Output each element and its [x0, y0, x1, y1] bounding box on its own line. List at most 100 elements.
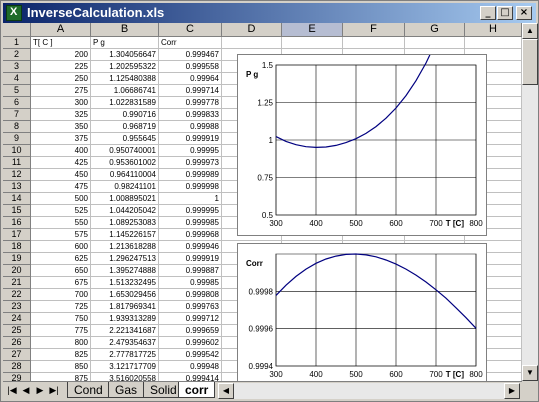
cell-c[interactable]: 0.999542 [159, 349, 222, 361]
row-header[interactable]: 7 [3, 109, 31, 121]
cell-b[interactable]: 0.98241101 [91, 181, 159, 193]
cell-c[interactable]: 0.999778 [159, 97, 222, 109]
cell-a[interactable]: 575 [31, 229, 91, 241]
cell-a[interactable]: 500 [31, 193, 91, 205]
column-header-g[interactable]: G [405, 23, 465, 37]
column-header-a[interactable]: A [31, 23, 91, 37]
cell-b[interactable]: 1.513232495 [91, 277, 159, 289]
row-header[interactable]: 2 [3, 49, 31, 61]
cell-b[interactable]: 0.964110004 [91, 169, 159, 181]
cell-a[interactable]: 525 [31, 205, 91, 217]
cell-c[interactable]: 0.999714 [159, 85, 222, 97]
minimize-button[interactable]: _ [480, 6, 496, 20]
cell-a[interactable]: 225 [31, 61, 91, 73]
sheet-tab-corr[interactable]: corr [178, 382, 216, 398]
row-header[interactable]: 24 [3, 313, 31, 325]
row-header[interactable]: 10 [3, 145, 31, 157]
scroll-up-button[interactable]: ▲ [522, 23, 538, 39]
scroll-down-button[interactable]: ▼ [522, 365, 538, 381]
cell-h[interactable] [465, 37, 522, 49]
cell-b[interactable]: 1.939313289 [91, 313, 159, 325]
row-header[interactable]: 9 [3, 133, 31, 145]
excel-workbook-icon[interactable] [6, 5, 22, 21]
cell-c[interactable]: 0.999919 [159, 133, 222, 145]
cell-a[interactable]: 850 [31, 361, 91, 373]
horizontal-scrollbar[interactable]: ◀ ▶ [218, 383, 520, 399]
cell-b[interactable]: 1.06686741 [91, 85, 159, 97]
cell-b[interactable]: 2.777817725 [91, 349, 159, 361]
column-header-b[interactable]: B [91, 23, 159, 37]
cell-c[interactable]: 0.999968 [159, 229, 222, 241]
cell-a[interactable]: 400 [31, 145, 91, 157]
column-header-f[interactable]: F [343, 23, 405, 37]
cell-b[interactable]: 1.213618288 [91, 241, 159, 253]
cell-c[interactable]: Corr [159, 37, 222, 49]
cell-a[interactable]: 800 [31, 337, 91, 349]
row-header[interactable]: 29 [3, 373, 31, 381]
close-button[interactable]: × [516, 6, 532, 20]
row-header[interactable]: 20 [3, 265, 31, 277]
cell-a[interactable]: 600 [31, 241, 91, 253]
cell-b[interactable]: 0.968719 [91, 121, 159, 133]
row-header[interactable]: 28 [3, 361, 31, 373]
row-header[interactable]: 8 [3, 121, 31, 133]
cell-c[interactable]: 0.999833 [159, 109, 222, 121]
row-header[interactable]: 27 [3, 349, 31, 361]
cell-e[interactable] [282, 37, 343, 49]
vertical-scrollbar[interactable]: ▲ ▼ [522, 23, 538, 381]
cell-c[interactable]: 0.999973 [159, 157, 222, 169]
last-sheet-icon[interactable]: ▶| [48, 384, 60, 397]
cell-a[interactable]: 750 [31, 313, 91, 325]
row-header[interactable]: 23 [3, 301, 31, 313]
cell-a[interactable]: 725 [31, 301, 91, 313]
corr-chart[interactable]: 300 400 500 600 700 800 0.9998 0.9996 0.9994 Corr… [237, 243, 487, 381]
cell-c[interactable]: 0.99964 [159, 73, 222, 85]
cell-a[interactable]: 775 [31, 325, 91, 337]
cell-c[interactable]: 0.999558 [159, 61, 222, 73]
cell-b[interactable]: 3.121717709 [91, 361, 159, 373]
title-bar[interactable]: InverseCalculation.xls _ □ × [3, 3, 536, 23]
row-header[interactable]: 4 [3, 73, 31, 85]
cell-c[interactable]: 0.99988 [159, 121, 222, 133]
pg-chart[interactable]: 300 400 500 600 700 800 1.5 1.25 1 0.75 0.5 P g T [C… [237, 54, 487, 236]
cell-c[interactable]: 0.999919 [159, 253, 222, 265]
row-header[interactable]: 26 [3, 337, 31, 349]
cell-a[interactable]: 275 [31, 85, 91, 97]
row-header[interactable]: 22 [3, 289, 31, 301]
cell-a[interactable]: 475 [31, 181, 91, 193]
column-header-c[interactable]: C [159, 23, 222, 37]
cell-a[interactable]: 300 [31, 97, 91, 109]
cell-c[interactable]: 0.999712 [159, 313, 222, 325]
cell-a[interactable]: 350 [31, 121, 91, 133]
column-header-h[interactable]: H [465, 23, 522, 37]
cell-a[interactable]: 425 [31, 157, 91, 169]
cell-a[interactable]: 675 [31, 277, 91, 289]
cell-b[interactable]: 0.950740001 [91, 145, 159, 157]
cell-b[interactable]: 2.221341687 [91, 325, 159, 337]
cell-b[interactable]: 2.479354637 [91, 337, 159, 349]
cell-c[interactable]: 0.999998 [159, 181, 222, 193]
select-all-corner[interactable] [3, 23, 31, 37]
next-sheet-icon[interactable]: ▶ [34, 384, 46, 397]
cell-a[interactable]: 375 [31, 133, 91, 145]
cell-a[interactable]: 625 [31, 253, 91, 265]
cell-a[interactable]: 550 [31, 217, 91, 229]
scroll-left-button[interactable]: ◀ [218, 383, 234, 399]
column-header-d[interactable]: D [222, 23, 282, 37]
cell-c[interactable]: 0.999602 [159, 337, 222, 349]
cell-b[interactable]: 1.022831589 [91, 97, 159, 109]
cell-b[interactable]: 1.653029456 [91, 289, 159, 301]
cell-f[interactable] [343, 37, 405, 49]
row-header[interactable]: 6 [3, 97, 31, 109]
cell-c[interactable]: 0.999995 [159, 205, 222, 217]
cell-a[interactable]: 700 [31, 289, 91, 301]
cell-a[interactable]: 875 [31, 373, 91, 381]
cell-a[interactable]: 325 [31, 109, 91, 121]
cell-b[interactable]: 0.990716 [91, 109, 159, 121]
cell-d[interactable] [222, 37, 282, 49]
cell-b[interactable]: 1.304056647 [91, 49, 159, 61]
row-header[interactable]: 21 [3, 277, 31, 289]
row-header[interactable]: 16 [3, 217, 31, 229]
cell-c[interactable]: 0.99995 [159, 145, 222, 157]
cell-b[interactable]: 0.953601002 [91, 157, 159, 169]
